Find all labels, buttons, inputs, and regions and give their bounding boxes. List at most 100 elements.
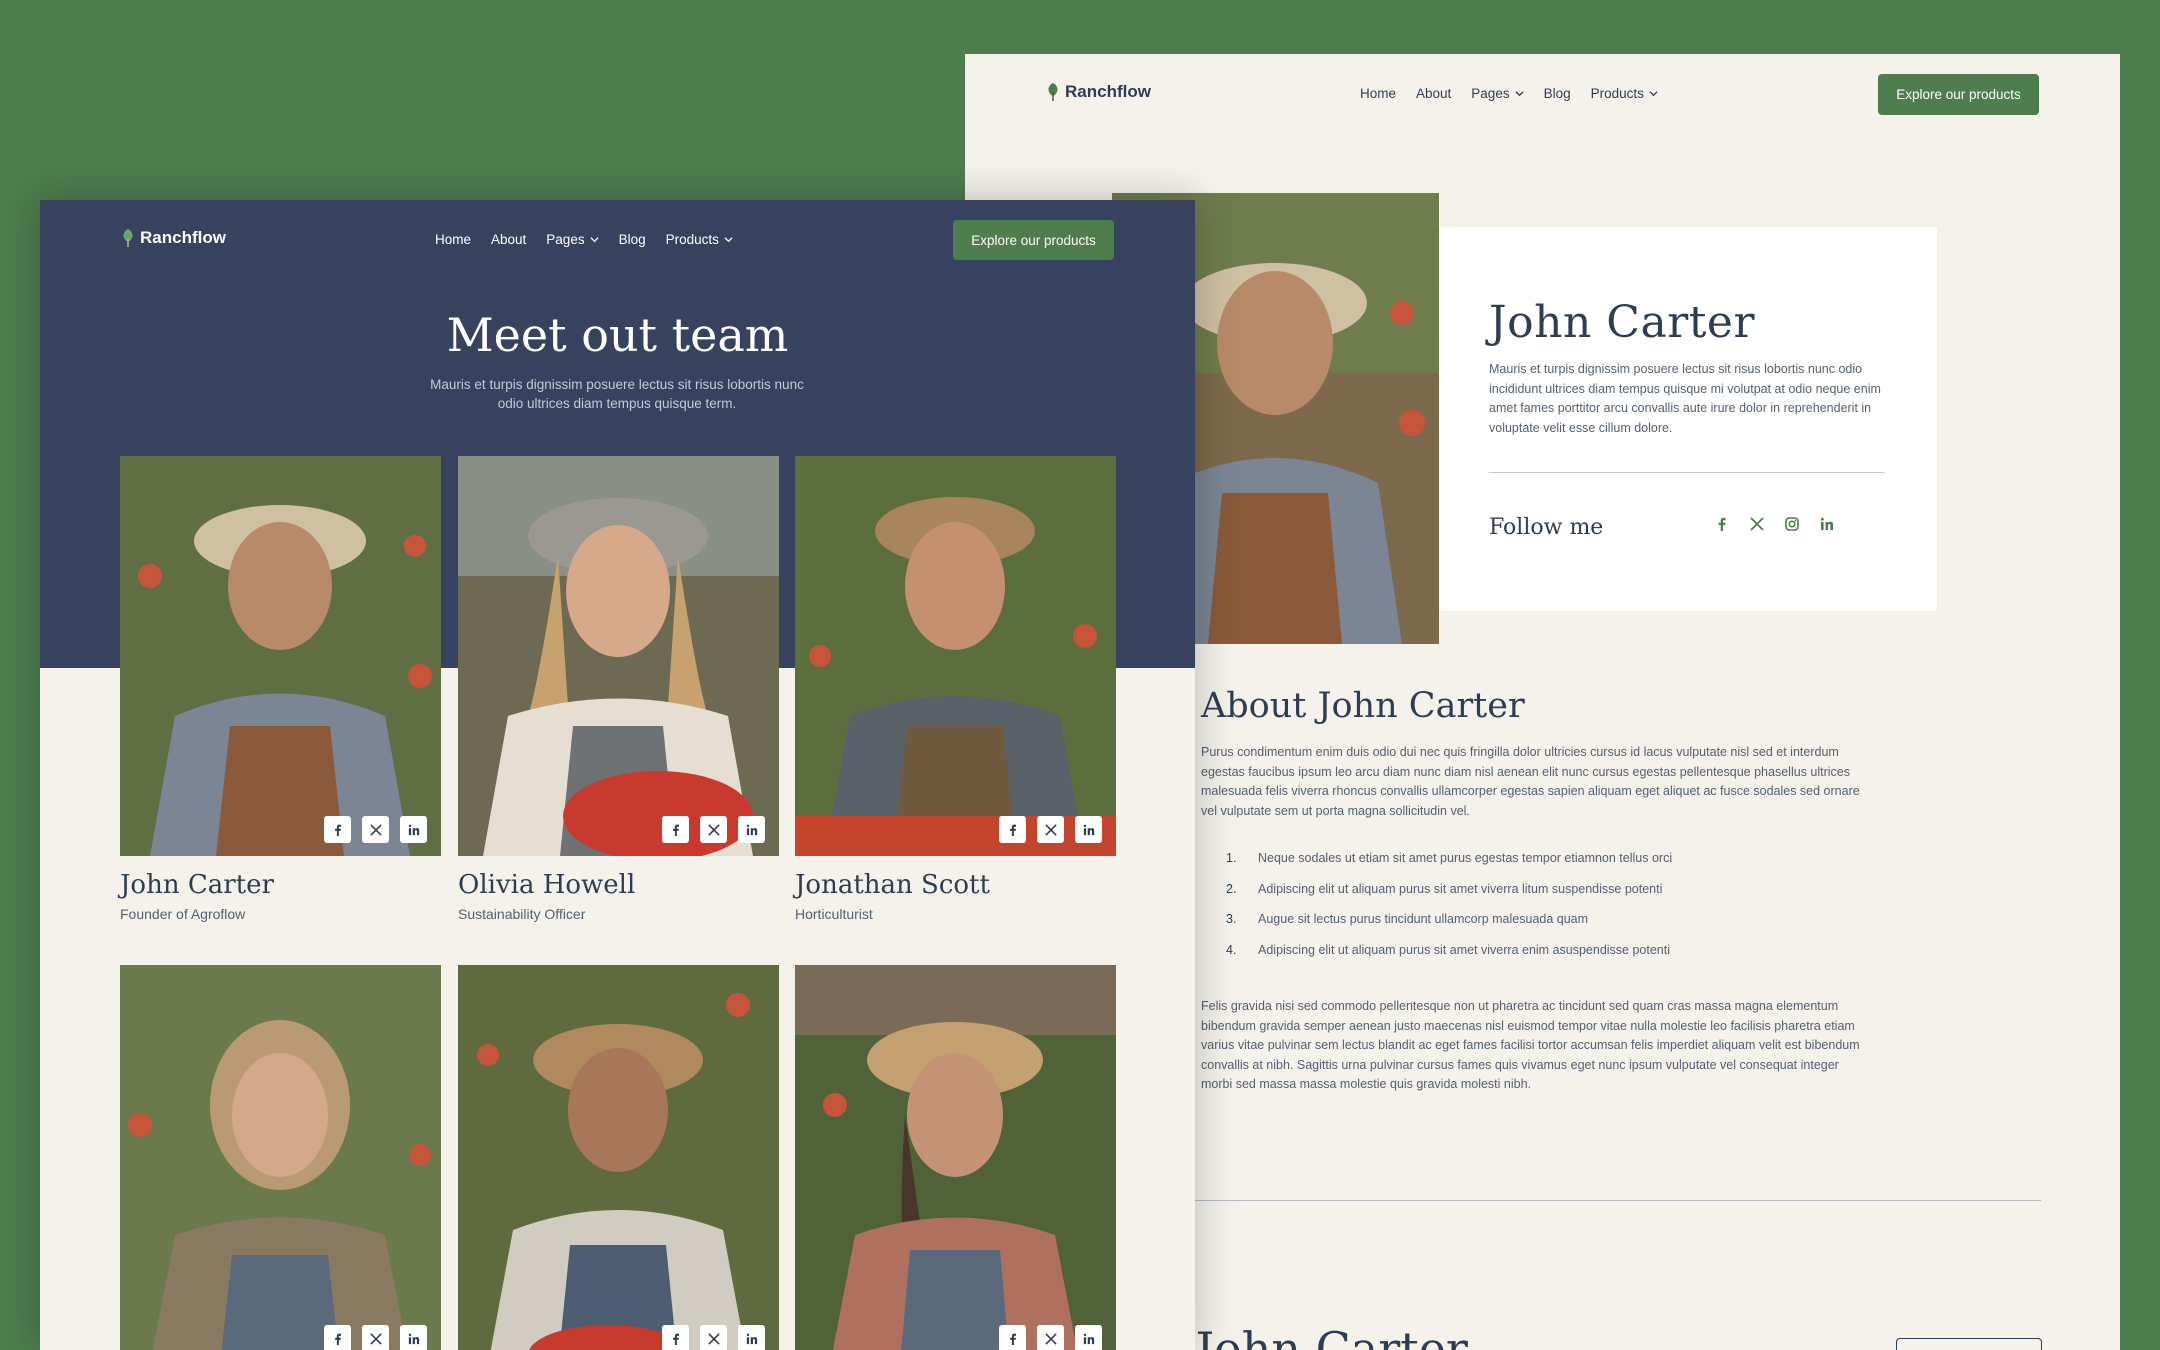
nav-home[interactable]: Home: [1360, 86, 1396, 101]
linkedin-icon[interactable]: [738, 816, 765, 843]
member-social-links: [662, 1325, 765, 1350]
explore-products-button[interactable]: Explore our products: [953, 220, 1114, 260]
member-photo: [120, 456, 441, 856]
team-member-card[interactable]: [120, 965, 441, 1350]
member-social-links: [999, 1325, 1102, 1350]
nav-products-label: Products: [1590, 86, 1644, 101]
nav-pages[interactable]: Pages: [546, 232, 599, 247]
team-member-card[interactable]: John Carter Founder of Agroflow: [120, 456, 441, 922]
linkedin-icon[interactable]: [1075, 1325, 1102, 1350]
chevron-down-icon: [1649, 91, 1658, 97]
nav-blog[interactable]: Blog: [1544, 86, 1571, 101]
team-member-card[interactable]: [458, 965, 779, 1350]
member-role: Sustainability Officer: [458, 906, 586, 922]
nav-pages-label: Pages: [1471, 86, 1510, 101]
nav-about[interactable]: About: [491, 232, 526, 247]
team-member-portrait: [120, 965, 441, 1350]
nav-pages-label: Pages: [546, 232, 585, 247]
member-social-links: [999, 816, 1102, 843]
member-social-links: [662, 816, 765, 843]
team-member-card[interactable]: [795, 965, 1116, 1350]
brand-logo[interactable]: Ranchflow: [1047, 82, 1151, 102]
main-menu: Home About Pages Blog Products: [1360, 86, 1658, 101]
nav-products[interactable]: Products: [666, 232, 733, 247]
team-member-portrait: [458, 965, 779, 1350]
nav-about[interactable]: About: [1416, 86, 1451, 101]
linkedin-icon[interactable]: [1820, 517, 1834, 531]
divider: [1195, 1200, 2041, 1201]
member-photo: [795, 965, 1116, 1350]
facebook-icon[interactable]: [662, 816, 689, 843]
profile-name: John Carter: [1489, 297, 1755, 348]
instagram-icon[interactable]: [1785, 517, 1799, 531]
section-heading: y John Carter: [1155, 1322, 1468, 1350]
nav-pages[interactable]: Pages: [1471, 86, 1524, 101]
x-icon[interactable]: [700, 1325, 727, 1350]
team-member-card[interactable]: Jonathan Scott Horticulturist: [795, 456, 1116, 922]
list-number: 1.: [1226, 851, 1237, 865]
member-social-links: [324, 816, 427, 843]
nav-products[interactable]: Products: [1591, 86, 1658, 101]
list-item: 1. Neque sodales ut etiam sit amet purus …: [1201, 851, 1672, 882]
linkedin-icon[interactable]: [1075, 816, 1102, 843]
nav-blog[interactable]: Blog: [619, 232, 646, 247]
follow-social-links: [1715, 517, 1834, 531]
john-carter-portrait: [120, 456, 441, 856]
jonathan-scott-portrait: [795, 456, 1116, 856]
brand-name: Ranchflow: [1065, 82, 1151, 101]
team-member-card[interactable]: Olivia Howell Sustainability Officer: [458, 456, 779, 922]
member-name: Jonathan Scott: [795, 870, 990, 900]
member-role: Founder of Agroflow: [120, 906, 246, 922]
member-name: John Carter: [120, 870, 274, 900]
leaf-logo-icon: [123, 229, 133, 247]
chevron-down-icon: [724, 237, 733, 243]
follow-me-label: Follow me: [1489, 515, 1604, 540]
team-member-portrait: [795, 965, 1116, 1350]
olivia-howell-portrait: [458, 456, 779, 856]
member-name: Olivia Howell: [458, 870, 636, 900]
list-item: 4. Adipiscing elit ut aliquam purus sit a…: [1201, 943, 1672, 974]
profile-card: John Carter Mauris et turpis dignissim p…: [1439, 227, 1937, 610]
main-menu: Home About Pages Blog Products: [435, 232, 733, 247]
x-icon[interactable]: [1037, 816, 1064, 843]
facebook-icon[interactable]: [324, 816, 351, 843]
x-icon[interactable]: [362, 816, 389, 843]
member-social-links: [324, 1325, 427, 1350]
x-icon[interactable]: [700, 816, 727, 843]
profile-bio: Mauris et turpis dignissim posuere lectu…: [1489, 362, 1881, 435]
member-role: Horticulturist: [795, 906, 873, 922]
brand-logo[interactable]: Ranchflow: [122, 228, 226, 248]
x-icon[interactable]: [1750, 517, 1764, 531]
divider: [1489, 472, 1885, 473]
nav-products-label: Products: [665, 232, 719, 247]
about-paragraph-2: Felis gravida nisi sed commodo pellentes…: [1201, 999, 1860, 1091]
x-icon[interactable]: [362, 1325, 389, 1350]
leaf-logo-icon: [1048, 83, 1058, 101]
member-photo: [120, 965, 441, 1350]
list-text: Adipiscing elit ut aliquam purus sit ame…: [1258, 881, 1663, 896]
list-number: 2.: [1226, 881, 1237, 896]
list-text: Neque sodales ut etiam sit amet purus eg…: [1258, 851, 1673, 865]
facebook-icon[interactable]: [999, 1325, 1026, 1350]
linkedin-icon[interactable]: [738, 1325, 765, 1350]
explore-products-button[interactable]: Explore our products: [1878, 74, 2039, 115]
member-photo: [795, 456, 1116, 856]
brand-name: Ranchflow: [140, 228, 226, 247]
list-item: 3. Augue sit lectus purus tincidunt ullam…: [1201, 912, 1672, 943]
chevron-down-icon: [1515, 91, 1524, 97]
list-text: Adipiscing elit ut aliquam purus sit ame…: [1258, 942, 1671, 957]
facebook-icon[interactable]: [324, 1325, 351, 1350]
linkedin-icon[interactable]: [400, 1325, 427, 1350]
nav-home[interactable]: Home: [435, 232, 471, 247]
section-button[interactable]: [1896, 1338, 2042, 1350]
team-page-subtitle: Mauris et turpis dignissim posuere lectu…: [430, 377, 804, 411]
about-paragraph-1: Purus condimentum enim duis odio dui nec…: [1201, 745, 1860, 818]
facebook-icon[interactable]: [1715, 517, 1729, 531]
member-photo: [458, 965, 779, 1350]
list-number: 3.: [1226, 912, 1237, 926]
linkedin-icon[interactable]: [400, 816, 427, 843]
facebook-icon[interactable]: [999, 816, 1026, 843]
facebook-icon[interactable]: [662, 1325, 689, 1350]
x-icon[interactable]: [1037, 1325, 1064, 1350]
about-title: About John Carter: [1201, 686, 1525, 726]
